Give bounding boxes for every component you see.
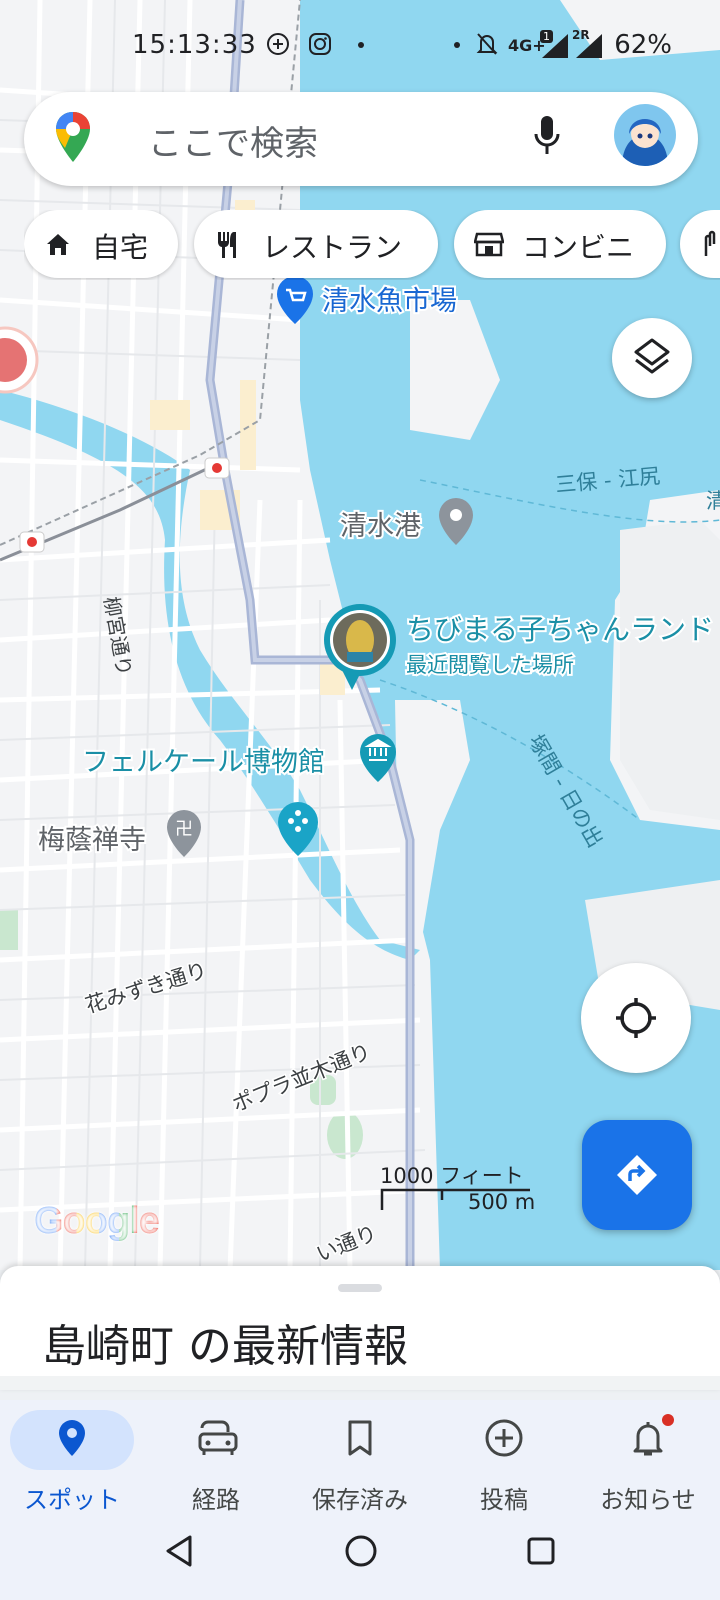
station-icon xyxy=(19,531,45,553)
chip-label: コンビニ xyxy=(522,231,635,264)
google-logo: Google xyxy=(34,1200,160,1242)
signal-icon xyxy=(540,32,570,67)
dot-icon xyxy=(454,42,460,48)
chip-more[interactable] xyxy=(680,210,720,278)
sheet-drag-handle[interactable] xyxy=(338,1284,382,1292)
recents-square-icon[interactable] xyxy=(526,1536,556,1570)
layers-icon xyxy=(632,336,672,384)
convenience-store-icon xyxy=(473,230,505,265)
nav-saved[interactable]: 保存済み xyxy=(288,1400,432,1520)
category-chips: 自宅 レストラン コンビニ xyxy=(24,210,720,280)
museum-label[interactable]: フェルケール博物館 xyxy=(80,745,327,780)
status-time: 15:13:33 xyxy=(132,30,257,60)
search-bar[interactable]: ここで検索 xyxy=(24,92,698,186)
recent-place-label[interactable]: ちびまる子ちゃんランド xyxy=(404,611,716,648)
crosshair-icon xyxy=(614,996,658,1044)
restaurant-icon xyxy=(214,230,242,267)
bookmark-icon xyxy=(340,1418,380,1458)
bottom-navigation: スポット 経路 保存済み 投稿 お知らせ xyxy=(0,1400,720,1520)
chip-label: 自宅 xyxy=(92,231,149,264)
port-label[interactable]: 清水港 xyxy=(338,509,423,544)
nav-label: 投稿 xyxy=(480,1486,528,1514)
chip-label: レストラン xyxy=(262,231,403,264)
station-icon xyxy=(204,457,230,479)
add-circle-status-icon xyxy=(266,32,290,63)
sheet-title: 島崎町 の最新情報 xyxy=(42,1321,408,1372)
my-location-button[interactable] xyxy=(581,963,691,1073)
nav-label: 経路 xyxy=(192,1486,240,1514)
nav-label: お知らせ xyxy=(600,1486,696,1514)
battery-level: 62% xyxy=(614,30,672,60)
notification-dot xyxy=(662,1414,674,1426)
directions-button[interactable] xyxy=(582,1120,692,1230)
layers-button[interactable] xyxy=(612,318,692,398)
bell-icon xyxy=(628,1418,668,1458)
pier xyxy=(620,520,720,820)
nav-label: 保存済み xyxy=(312,1486,408,1514)
nav-explore[interactable]: スポット xyxy=(0,1400,144,1520)
google-maps-logo-icon xyxy=(54,110,92,168)
home-circle-icon[interactable] xyxy=(344,1534,378,1572)
map-scale: 1000 フィート 500 m xyxy=(380,1160,540,1216)
nav-commute[interactable]: 経路 xyxy=(144,1400,288,1520)
home-icon xyxy=(44,230,72,265)
microphone-icon[interactable] xyxy=(532,114,562,162)
search-input[interactable]: ここで検索 xyxy=(148,116,318,165)
temple-label[interactable]: 梅蔭禅寺 xyxy=(36,823,148,858)
mute-bell-icon xyxy=(476,32,498,63)
area-label: 清 xyxy=(706,489,720,513)
nav-updates[interactable]: お知らせ xyxy=(576,1400,720,1520)
map-canvas[interactable]: 清水魚市場 清水港 ちびまる子ちゃんランド 最近閲覧した場所 フェルケール博物館… xyxy=(0,0,720,1270)
signal-icon xyxy=(574,32,604,67)
instagram-icon xyxy=(308,32,332,63)
hand-icon xyxy=(700,230,720,265)
divider xyxy=(0,1376,720,1390)
fish-market-label[interactable]: 清水魚市場 xyxy=(320,284,459,319)
account-avatar[interactable] xyxy=(614,104,676,166)
nav-contribute[interactable]: 投稿 xyxy=(432,1400,576,1520)
status-bar: 15:13:33 4G+ 1 2R 62% xyxy=(0,22,720,72)
system-navigation-bar xyxy=(0,1520,720,1600)
scale-meters: 500 m xyxy=(468,1190,536,1214)
chip-convenience-store[interactable]: コンビニ xyxy=(454,210,666,278)
dot-icon xyxy=(358,42,364,48)
explore-pin-icon xyxy=(52,1418,92,1458)
add-circle-icon xyxy=(484,1418,524,1458)
recent-place-caption: 最近閲覧した場所 xyxy=(406,653,574,677)
commute-car-icon xyxy=(196,1418,238,1458)
svg-text:卍: 卍 xyxy=(175,819,193,840)
directions-icon xyxy=(615,1153,659,1201)
back-icon[interactable] xyxy=(164,1534,194,1572)
nav-label: スポット xyxy=(24,1486,120,1514)
bottom-sheet[interactable]: 島崎町 の最新情報 xyxy=(0,1266,720,1390)
chip-home[interactable]: 自宅 xyxy=(24,210,178,278)
chip-restaurant[interactable]: レストラン xyxy=(194,210,438,278)
